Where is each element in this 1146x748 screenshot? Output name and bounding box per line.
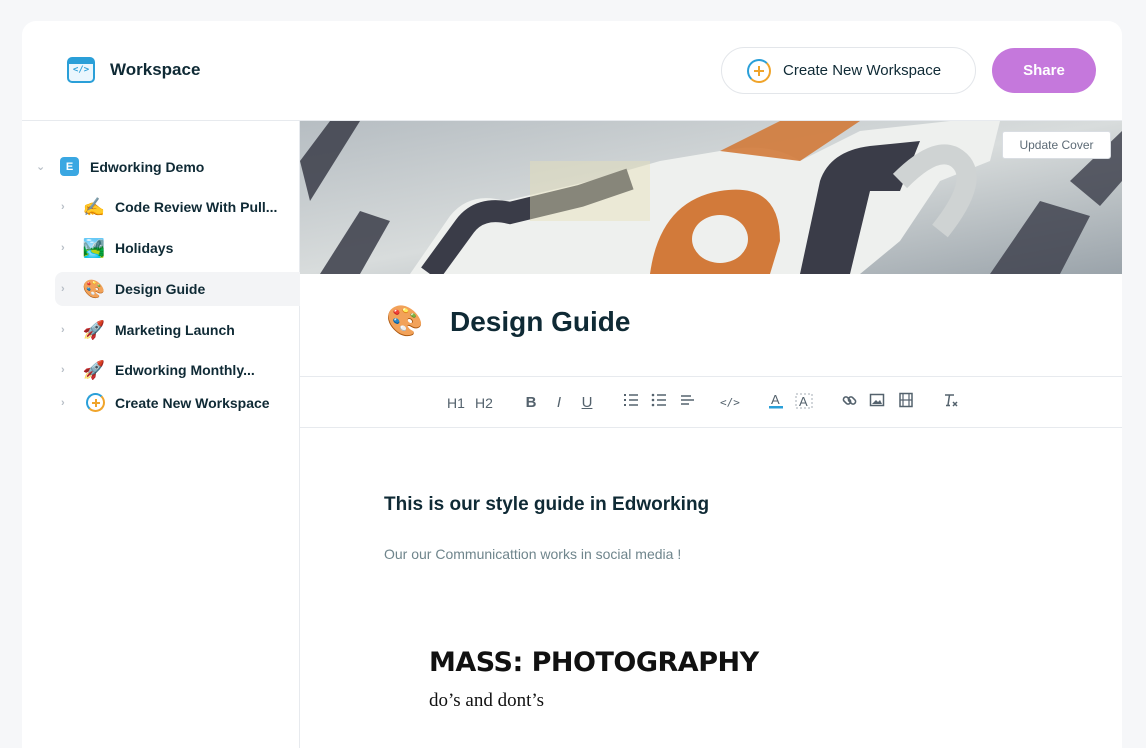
sidebar-item-code-review[interactable]: › ✍️ Code Review With Pull... [55,190,300,224]
page-title: Workspace [110,60,201,79]
code-button[interactable]: </> [720,392,740,414]
chevron-right-icon[interactable]: › [55,201,75,213]
code-window-icon: </> [67,57,95,83]
share-button[interactable]: Share [992,48,1096,93]
cover-graphic [300,121,1122,274]
sidebar: ⌄ E Edworking Demo › ✍️ Code Review With… [22,121,300,748]
highlight-icon[interactable]: A [795,392,813,414]
chevron-down-icon[interactable]: ⌄ [36,160,54,173]
chevron-right-icon[interactable]: › [55,242,75,254]
palette-icon: 🎨 [82,278,106,299]
ordered-list-icon[interactable] [622,392,640,414]
writing-hand-icon: ✍️ [82,196,106,217]
heading-1-button[interactable]: H1 [447,392,465,414]
underline-button[interactable]: U [578,392,596,414]
sidebar-item-holidays[interactable]: › 🏞️ Holidays [55,231,300,265]
document-title[interactable]: Design Guide [450,306,630,338]
sidebar-item-edworking-monthly[interactable]: › 🚀 Edworking Monthly... [55,353,300,387]
embedded-image-title: MASS: PHOTOGRAPHY [429,647,759,678]
document-area: Update Cover 🎨 Design Guide H1 H2 B I U … [300,121,1122,748]
sidebar-item-label: Design Guide [115,281,206,297]
chevron-right-icon[interactable]: › [55,397,75,409]
workspace-label: Edworking Demo [90,158,205,175]
sidebar-item-marketing-launch[interactable]: › 🚀 Marketing Launch [55,313,300,347]
create-workspace-label: Create New Workspace [783,62,942,79]
video-icon[interactable] [897,392,915,414]
svg-text:A: A [771,392,780,407]
chevron-right-icon[interactable]: › [55,364,75,376]
italic-button[interactable]: I [550,392,568,414]
content-heading[interactable]: This is our style guide in Edworking [384,494,709,516]
sidebar-workspace-root[interactable]: ⌄ E Edworking Demo [36,157,204,176]
sidebar-create-label: Create New Workspace [115,394,270,411]
sidebar-item-design-guide[interactable]: › 🎨 Design Guide [55,272,300,306]
content-paragraph[interactable]: Our our Communicattion works in social m… [384,546,681,562]
top-header: </> Workspace Create New Workspace Share [22,21,1122,121]
plus-circle-icon [86,393,105,412]
landscape-icon: 🏞️ [82,237,106,258]
workspace-badge: E [60,157,79,176]
rocket-icon: 🚀 [82,319,106,340]
clear-format-icon[interactable] [942,392,960,414]
sidebar-item-label: Holidays [115,240,174,256]
app-window: </> Workspace Create New Workspace Share… [22,21,1122,748]
rocket-icon: 🚀 [82,359,106,380]
cover-image: Update Cover [300,121,1122,274]
bullet-list-icon[interactable] [650,392,668,414]
align-left-icon[interactable] [678,392,696,414]
sidebar-item-label: Marketing Launch [115,322,235,338]
embedded-image-subtitle: do’s and dont’s [429,690,545,711]
sidebar-item-label: Edworking Monthly... [115,362,255,378]
update-cover-button[interactable]: Update Cover [1002,131,1111,159]
brand: </> Workspace [67,57,200,83]
palette-icon[interactable]: 🎨 [386,304,426,339]
image-icon[interactable] [868,392,886,414]
chevron-right-icon[interactable]: › [55,324,75,336]
link-icon[interactable] [840,392,858,414]
sidebar-item-label: Code Review With Pull... [115,199,278,215]
document-title-row: 🎨 Design Guide [386,304,630,339]
text-color-icon[interactable]: A [767,392,785,414]
bold-button[interactable]: B [522,392,540,414]
sidebar-create-workspace[interactable]: › Create New Workspace [55,393,270,412]
chevron-right-icon[interactable]: › [55,283,75,295]
heading-2-button[interactable]: H2 [475,392,493,414]
svg-text:A: A [799,394,808,409]
editor-toolbar: H1 H2 B I U </> A A [300,376,1122,428]
create-workspace-button[interactable]: Create New Workspace [721,47,976,94]
plus-circle-icon [747,58,771,83]
